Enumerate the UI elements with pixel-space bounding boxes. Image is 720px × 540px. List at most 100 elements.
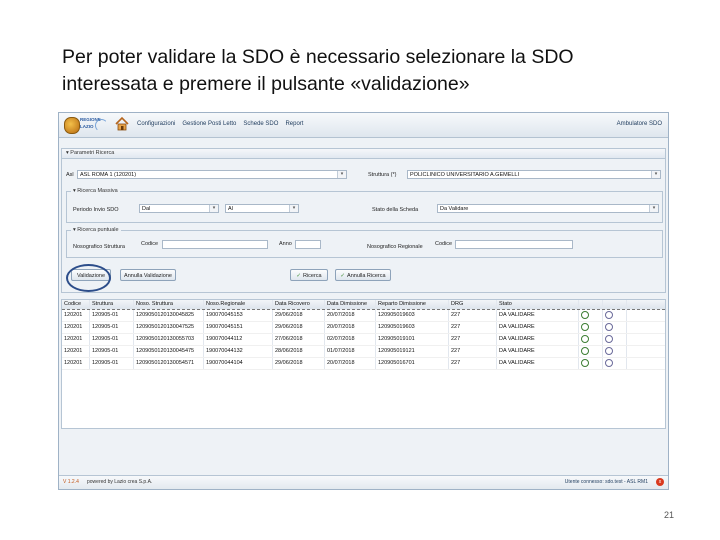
menu-gestione-posti-letto[interactable]: Gestione Posti Letto [182,121,236,127]
view-detail-icon[interactable] [581,323,589,331]
view-detail-icon[interactable] [581,335,589,343]
check-icon: ✓ [340,273,346,279]
table-cell: 01/07/2018 [325,346,376,357]
table-cell [603,358,627,369]
table-cell: 120201 [62,346,90,357]
column-header-codice[interactable]: Codice [62,300,90,309]
logo-swoosh-icon [95,119,108,132]
column-header-stato[interactable]: Stato [497,300,579,309]
view-detail-icon[interactable] [581,347,589,355]
codice-regionale-input[interactable] [455,240,573,249]
stato-label: Stato della Scheda [372,207,419,213]
view-detail-icon[interactable] [581,311,589,319]
al-date-field[interactable]: Al ▾ [225,204,299,213]
slide-title: Per poter validare la SDO è necessario s… [62,44,682,98]
nosografico-struttura-label: Nosografico Struttura [73,244,125,250]
ricerca-massiva-legend[interactable]: ▾ Ricerca Massiva [71,188,120,194]
table-body: 120201 120905-01 1209050120130045825 190070… [62,310,665,370]
logout-icon[interactable]: x [656,478,664,486]
table-cell: DA VALIDARE [497,346,579,357]
search-detail-icon[interactable] [605,359,613,367]
annulla-validazione-button[interactable]: Annulla Validazione [120,269,176,281]
table-cell: 190070044104 [204,358,273,369]
table-cell: 29/06/2018 [273,310,325,321]
main-menu: Configurazioni Gestione Posti Letto Sche… [137,121,303,127]
table-cell: DA VALIDARE [497,310,579,321]
chevron-down-icon[interactable]: ▾ [649,205,658,212]
stato-select[interactable]: Da Validare ▾ [437,204,659,213]
codice-input[interactable] [162,240,268,249]
slide-title-line-1: Per poter validare la SDO è necessario s… [62,46,574,68]
table-cell: 120905016701 [376,358,449,369]
menu-schede-sdo[interactable]: Schede SDO [243,121,278,127]
anno-label: Anno [279,241,292,247]
user-area-link[interactable]: Ambulatore SDO [617,121,662,127]
search-panel-header[interactable]: ▾ Parametri Ricerca [62,149,665,159]
calendar-icon[interactable]: ▾ [209,205,218,212]
search-detail-icon[interactable] [605,347,613,355]
table-cell: 02/07/2018 [325,334,376,345]
column-header-struttura[interactable]: Struttura [90,300,134,309]
table-cell: 190070045153 [204,310,273,321]
check-icon: ✓ [296,273,301,279]
codice-label: Codice [141,241,159,247]
table-row[interactable]: 120201 120905-01 1209050120130047525 190070… [62,322,665,334]
table-cell: 227 [449,334,497,345]
chevron-down-icon[interactable]: ▾ [337,171,346,178]
table-cell [603,322,627,333]
column-header-noso-regionale[interactable]: Noso.Regionale [204,300,273,309]
app-screenshot: REGIONE LAZIO Configurazioni Gestione Po… [58,112,669,490]
column-header-reparto-dimissione[interactable]: Reparto Dimissione [376,300,449,309]
table-cell: 120905-01 [90,346,134,357]
region-logo: REGIONE LAZIO [64,116,108,134]
table-cell: 20/07/2018 [325,322,376,333]
table-cell [603,346,627,357]
table-cell: 120905019101 [376,334,449,345]
table-row[interactable]: 120201 120905-01 1209050120130055703 190070… [62,334,665,346]
table-cell: 120201 [62,334,90,345]
struttura-select[interactable]: POLICLINICO UNIVERSITARIO A.GEMELLI ▾ [407,170,661,179]
struttura-label: Struttura (*) [368,172,397,178]
table-cell: 227 [449,310,497,321]
view-detail-icon[interactable] [581,359,589,367]
calendar-icon[interactable]: ▾ [289,205,298,212]
ricerca-puntuale-legend[interactable]: ▾ Ricerca puntuale [71,227,121,233]
annulla-ricerca-button[interactable]: ✓ Annulla Ricerca [335,269,391,281]
table-row[interactable]: 120201 120905-01 1209050120130045825 190070… [62,310,665,322]
table-row[interactable]: 120201 120905-01 1209050120130045475 190070… [62,346,665,358]
table-cell: 28/06/2018 [273,346,325,357]
asl-select[interactable]: ASL ROMA 1 (120201) ▾ [77,170,347,179]
table-cell [579,334,603,345]
table-cell: 120905019121 [376,346,449,357]
status-footer: V 1.2.4 powered by Lazio crea S.p.A. Ute… [59,475,668,489]
table-cell: 120905-01 [90,358,134,369]
table-cell [579,322,603,333]
column-header-noso-struttura[interactable]: Noso. Struttura [134,300,204,309]
search-detail-icon[interactable] [605,323,613,331]
table-cell: 190070044132 [204,346,273,357]
home-icon[interactable] [114,116,130,132]
table-cell: DA VALIDARE [497,358,579,369]
table-row[interactable]: 120201 120905-01 1209050120130054571 190070… [62,358,665,370]
periodo-label: Periodo Invio SDO [73,207,119,213]
table-cell [603,334,627,345]
menu-report[interactable]: Report [285,121,303,127]
column-header-drg[interactable]: DRG [449,300,497,309]
dal-date-field[interactable]: Dal ▾ [139,204,219,213]
search-panel: ▾ Parametri Ricerca Asl ASL ROMA 1 (1202… [61,148,666,293]
asl-label: Asl [66,172,74,178]
menu-configurazioni[interactable]: Configurazioni [137,121,175,127]
column-header-data-ricovero[interactable]: Data Ricovero [273,300,325,309]
ricerca-button[interactable]: ✓ Ricerca [290,269,328,281]
search-detail-icon[interactable] [605,335,613,343]
search-detail-icon[interactable] [605,311,613,319]
anno-input[interactable] [295,240,321,249]
codice-regionale-label: Codice [435,241,453,247]
stato-select-value: Da Validare [440,206,469,212]
chevron-down-icon[interactable]: ▾ [651,171,660,178]
column-header-data-dimissione[interactable]: Data Dimissione [325,300,376,309]
table-cell [579,310,603,321]
table-cell: 120905-01 [90,322,134,333]
table-cell: 1209050120130055703 [134,334,204,345]
annulla-validazione-button-label: Annulla Validazione [124,273,172,279]
